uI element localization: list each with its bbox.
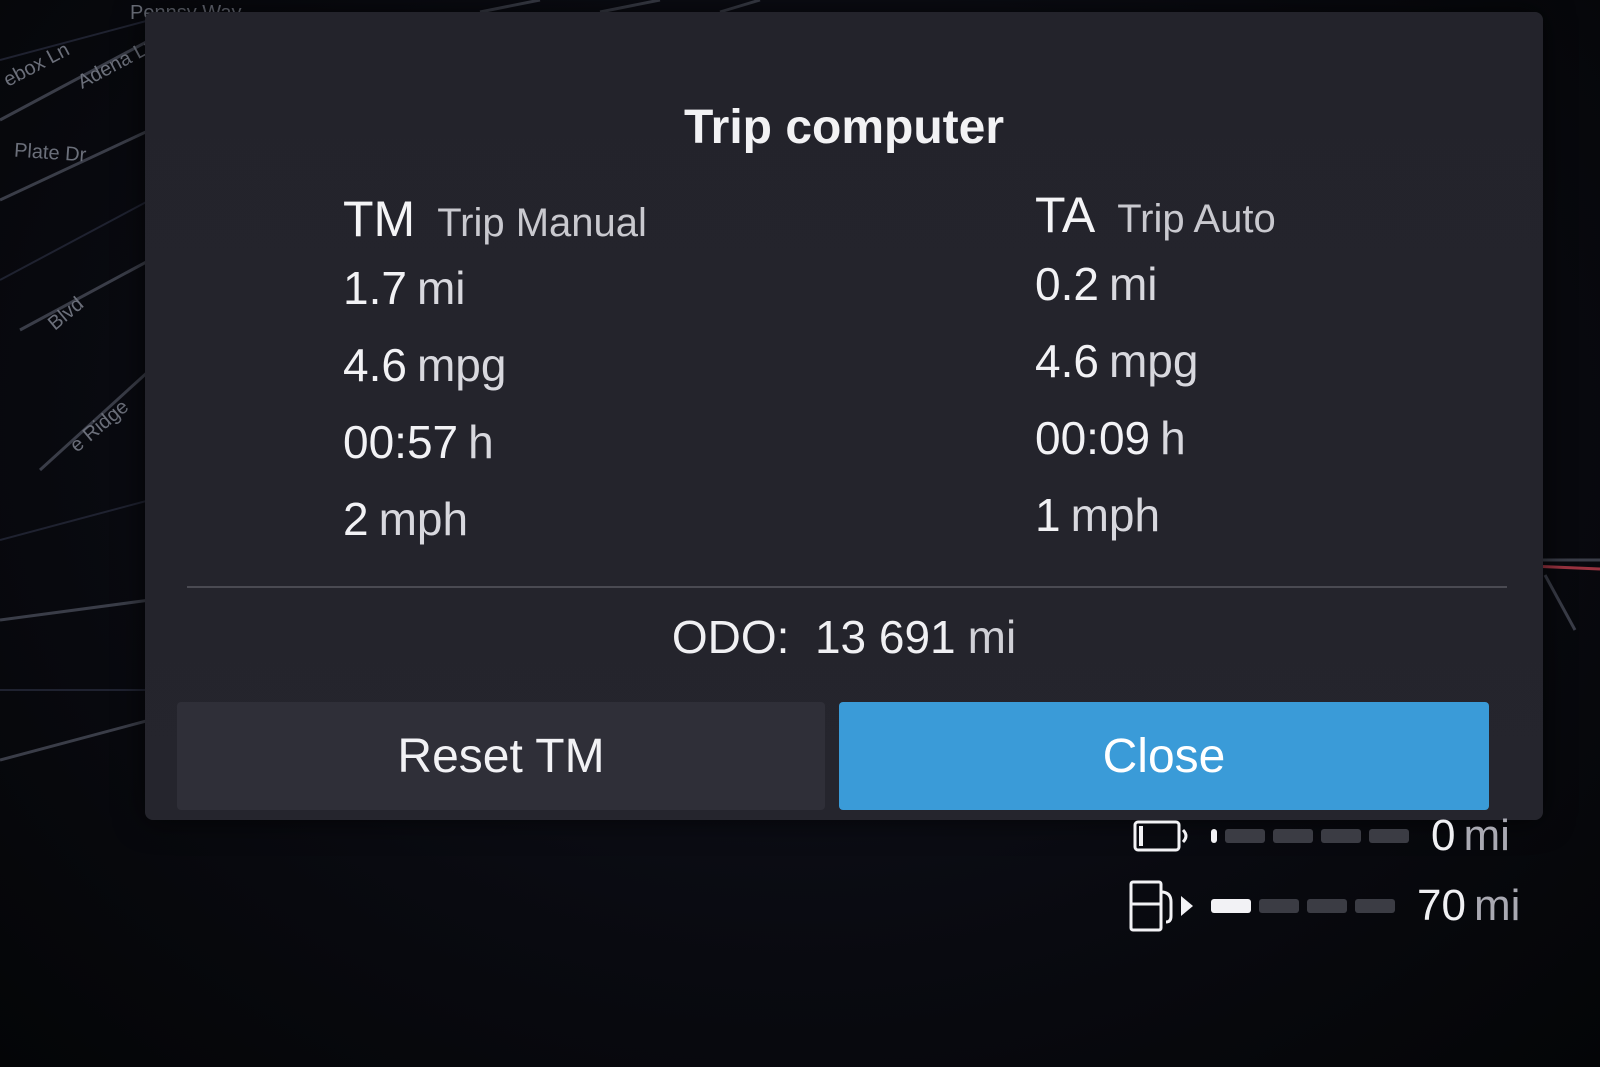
odometer-value: 13 691 [814, 611, 956, 663]
trip-unit: mph [1070, 489, 1161, 541]
trip-manual-panel: TM Trip Manual 1.7 mi 4.6 mpg 00:57 h 2 mph [343, 190, 647, 558]
trip-value: 00:57 [343, 416, 459, 468]
screen: Pennsy Way Adena Ln Plate Dr ebox Ln Blv… [0, 0, 1600, 1067]
odometer-unit: mi [967, 611, 1017, 663]
reset-tm-button[interactable]: Reset TM [177, 702, 825, 810]
trip-auto-speed: 1 mph [1035, 477, 1276, 554]
trip-manual-code: TM [343, 191, 416, 247]
trip-value: 2 [343, 493, 369, 545]
trip-manual-time: 00:57 h [343, 404, 647, 481]
range-number: 70 [1417, 881, 1466, 930]
battery-gauge [1211, 829, 1409, 843]
trip-unit: mph [378, 493, 469, 545]
trip-auto-time: 00:09 h [1035, 400, 1276, 477]
gauge-segment [1321, 829, 1361, 843]
trip-auto-distance: 0.2 mi [1035, 246, 1276, 323]
trip-value: 4.6 [1035, 335, 1099, 387]
trip-unit: mi [1108, 258, 1158, 310]
trip-computer-dialog: Trip computer TM Trip Manual 1.7 mi 4.6 mp… [145, 12, 1543, 820]
odometer: ODO: 13 691 mi [145, 610, 1543, 664]
trip-auto-code: TA [1035, 187, 1096, 243]
trip-value: 4.6 [343, 339, 407, 391]
gauge-segment [1355, 899, 1395, 913]
trip-manual-speed: 2 mph [343, 481, 647, 558]
trip-unit: h [1160, 412, 1186, 464]
fuel-range-value: 70 mi [1417, 881, 1520, 931]
range-unit: mi [1463, 811, 1510, 860]
odometer-label: ODO: [671, 611, 790, 663]
trip-value: 1.7 [343, 262, 407, 314]
trip-manual-header: TM Trip Manual [343, 190, 647, 250]
trip-unit: mpg [416, 339, 507, 391]
range-unit: mi [1473, 881, 1521, 930]
gauge-segment [1307, 899, 1347, 913]
gauge-segment [1225, 829, 1265, 843]
gauge-segment [1369, 829, 1409, 843]
trip-manual-distance: 1.7 mi [343, 250, 647, 327]
fuel-range: 70 mi [1125, 876, 1520, 936]
range-number: 0 [1431, 811, 1456, 860]
trip-unit: h [468, 416, 494, 468]
battery-range-value: 0 mi [1431, 811, 1510, 861]
trip-value: 1 [1035, 489, 1061, 541]
trip-manual-name: Trip Manual [437, 201, 647, 245]
trip-auto-header: TA Trip Auto [1035, 186, 1276, 246]
divider [187, 586, 1507, 588]
fuel-pump-icon [1129, 880, 1193, 932]
dialog-title: Trip computer [683, 101, 1005, 154]
trip-value: 00:09 [1035, 412, 1151, 464]
gauge-segment [1259, 899, 1299, 913]
trip-unit: mpg [1108, 335, 1199, 387]
fuel-gauge [1211, 899, 1395, 913]
trip-auto-name: Trip Auto [1117, 197, 1276, 241]
gauge-segment [1273, 829, 1313, 843]
gauge-segment [1211, 899, 1251, 913]
close-button[interactable]: Close [839, 702, 1489, 810]
battery-icon [1133, 820, 1188, 852]
trip-manual-consumption: 4.6 mpg [343, 327, 647, 404]
trip-value: 0.2 [1035, 258, 1099, 310]
battery-range: 0 mi [1125, 806, 1510, 866]
trip-unit: mi [416, 262, 466, 314]
trip-auto-consumption: 4.6 mpg [1035, 323, 1276, 400]
trip-auto-panel: TA Trip Auto 0.2 mi 4.6 mpg 00:09 h 1 mph [1035, 186, 1276, 554]
gauge-segment [1211, 829, 1217, 843]
street-label: Plate Dr [13, 139, 87, 167]
